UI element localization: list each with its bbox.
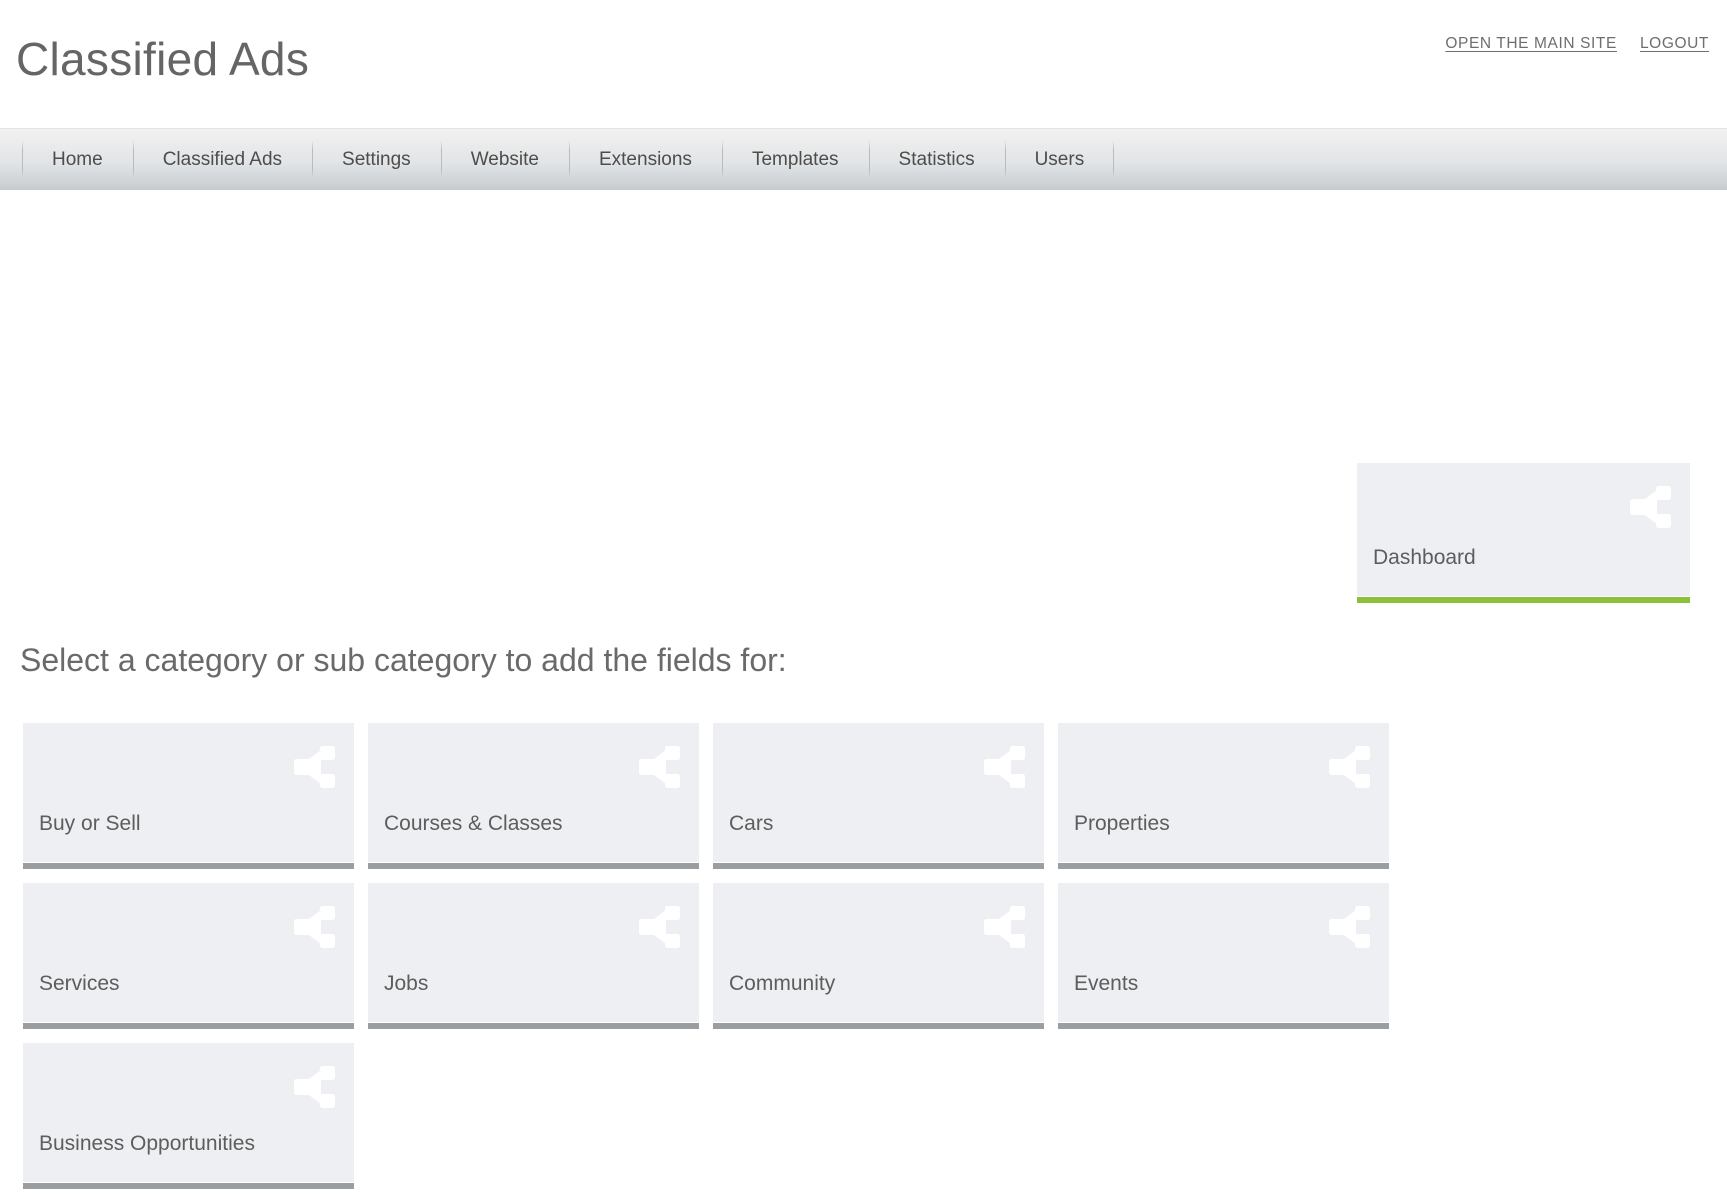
- share-icon: [1325, 905, 1371, 949]
- category-tile-community[interactable]: Community: [713, 883, 1044, 1022]
- dashboard-tile-underline: [1357, 597, 1690, 603]
- page-header: Classified Ads OPEN THE MAIN SITE LOGOUT: [0, 0, 1727, 128]
- share-icon: [1626, 485, 1672, 529]
- share-icon: [290, 745, 336, 789]
- category-tile-underline: [713, 1023, 1044, 1029]
- category-tile-underline: [1058, 1023, 1389, 1029]
- nav-item-settings[interactable]: Settings: [312, 129, 441, 190]
- category-tile-label: Events: [1074, 972, 1138, 996]
- category-tile-properties[interactable]: Properties: [1058, 723, 1389, 862]
- category-tile-label: Courses & Classes: [384, 812, 563, 836]
- main-navigation: Home Classified Ads Settings Website Ext…: [0, 128, 1727, 190]
- brand-title: Classified Ads: [16, 36, 309, 82]
- open-main-site-link[interactable]: OPEN THE MAIN SITE: [1445, 35, 1617, 53]
- category-tile-events[interactable]: Events: [1058, 883, 1389, 1022]
- category-tile-label: Business Opportunities: [39, 1132, 255, 1156]
- category-tile-underline: [23, 1023, 354, 1029]
- page-title: Select a category or sub category to add…: [20, 642, 787, 679]
- share-icon: [290, 1065, 336, 1109]
- category-tile-underline: [368, 863, 699, 869]
- category-tile-underline: [1058, 863, 1389, 869]
- nav-item-extensions[interactable]: Extensions: [569, 129, 722, 190]
- category-tile-label: Jobs: [384, 972, 428, 996]
- nav-item-classified-ads[interactable]: Classified Ads: [133, 129, 312, 190]
- dashboard-tile-label: Dashboard: [1373, 546, 1476, 570]
- category-tile-label: Buy or Sell: [39, 812, 141, 836]
- nav-item-templates[interactable]: Templates: [722, 129, 869, 190]
- category-tile-label: Services: [39, 972, 120, 996]
- category-tile-underline: [713, 863, 1044, 869]
- content-area: Dashboard Select a category or sub categ…: [0, 190, 1727, 1051]
- category-tile-business-opportunities[interactable]: Business Opportunities: [23, 1043, 354, 1182]
- nav-item-statistics[interactable]: Statistics: [869, 129, 1005, 190]
- category-tile-underline: [23, 1183, 354, 1189]
- share-icon: [980, 905, 1026, 949]
- category-tile-services[interactable]: Services: [23, 883, 354, 1022]
- category-tile-grid: Buy or Sell Courses & Classes: [23, 723, 1423, 1203]
- share-icon: [635, 905, 681, 949]
- tile-row: Services Jobs: [23, 883, 1423, 1022]
- category-tile-underline: [23, 863, 354, 869]
- tile-row: Buy or Sell Courses & Classes: [23, 723, 1423, 862]
- category-tile-underline: [368, 1023, 699, 1029]
- header-links: OPEN THE MAIN SITE LOGOUT: [1445, 35, 1709, 53]
- tile-row: Business Opportunities: [23, 1043, 1423, 1182]
- category-tile-buy-or-sell[interactable]: Buy or Sell: [23, 723, 354, 862]
- category-tile-cars[interactable]: Cars: [713, 723, 1044, 862]
- category-tile-label: Properties: [1074, 812, 1170, 836]
- dashboard-tile[interactable]: Dashboard: [1357, 463, 1690, 596]
- nav-item-home[interactable]: Home: [22, 129, 133, 190]
- nav-item-users[interactable]: Users: [1005, 129, 1115, 190]
- category-tile-label: Cars: [729, 812, 773, 836]
- share-icon: [635, 745, 681, 789]
- share-icon: [980, 745, 1026, 789]
- logout-link[interactable]: LOGOUT: [1640, 35, 1709, 53]
- category-tile-jobs[interactable]: Jobs: [368, 883, 699, 1022]
- category-tile-courses-and-classes[interactable]: Courses & Classes: [368, 723, 699, 862]
- share-icon: [1325, 745, 1371, 789]
- share-icon: [290, 905, 336, 949]
- nav-item-website[interactable]: Website: [441, 129, 569, 190]
- category-tile-label: Community: [729, 972, 835, 996]
